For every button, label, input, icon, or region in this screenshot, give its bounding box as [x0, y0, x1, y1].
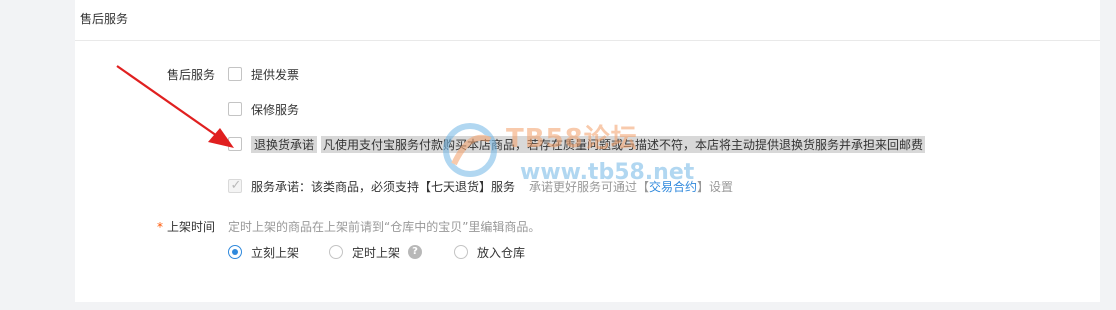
- radio-immediate-label: 立刻上架: [251, 245, 300, 260]
- service-promise-label: 服务承诺：该类商品，必须支持【七天退货】服务: [251, 179, 516, 194]
- radio-warehouse[interactable]: [454, 245, 469, 259]
- radio-warehouse-label: 放入仓库: [477, 245, 526, 260]
- panel-title: 售后服务: [80, 12, 129, 26]
- return-promise-label: 退换货承诺: [251, 135, 318, 153]
- panel-header: 售后服务: [75, 0, 1100, 41]
- service-promise-checkbox: ✓: [228, 178, 242, 193]
- promise-note-suffix: 】设置: [697, 179, 734, 194]
- listing-time-options: 立刻上架 定时上架 ? 放入仓库: [228, 242, 525, 262]
- invoice-label: 提供发票: [251, 67, 300, 82]
- help-icon[interactable]: ?: [408, 245, 423, 259]
- listing-time-label: * 上架时间: [135, 218, 215, 235]
- option-return-promise[interactable]: 退换货承诺 凡使用支付宝服务付款购买本店商品，若存在质量问题或与描述不符，本店将…: [228, 134, 926, 154]
- promise-note-prefix: 承诺更好服务可通过【: [529, 179, 650, 194]
- option-service-promise: ✓ 服务承诺：该类商品，必须支持【七天退货】服务 承诺更好服务可通过【 交易合约…: [228, 176, 733, 196]
- required-mark: *: [156, 220, 163, 234]
- warranty-label: 保修服务: [251, 102, 300, 117]
- radio-scheduled[interactable]: [329, 245, 344, 259]
- trade-contract-link[interactable]: 交易合约: [649, 178, 697, 195]
- radio-scheduled-label: 定时上架: [352, 245, 401, 260]
- listing-time-hint: 定时上架的商品在上架前请到“仓库中的宝贝”里编辑商品。: [228, 220, 541, 234]
- checkmark-icon: ✓: [230, 178, 242, 193]
- radio-immediate[interactable]: [228, 245, 242, 259]
- listing-time-label-text: 上架时间: [166, 220, 215, 234]
- return-promise-description: 凡使用支付宝服务付款购买本店商品，若存在质量问题或与描述不符，本店将主动提供退换…: [321, 135, 926, 153]
- annotation-arrow-icon: [116, 65, 234, 148]
